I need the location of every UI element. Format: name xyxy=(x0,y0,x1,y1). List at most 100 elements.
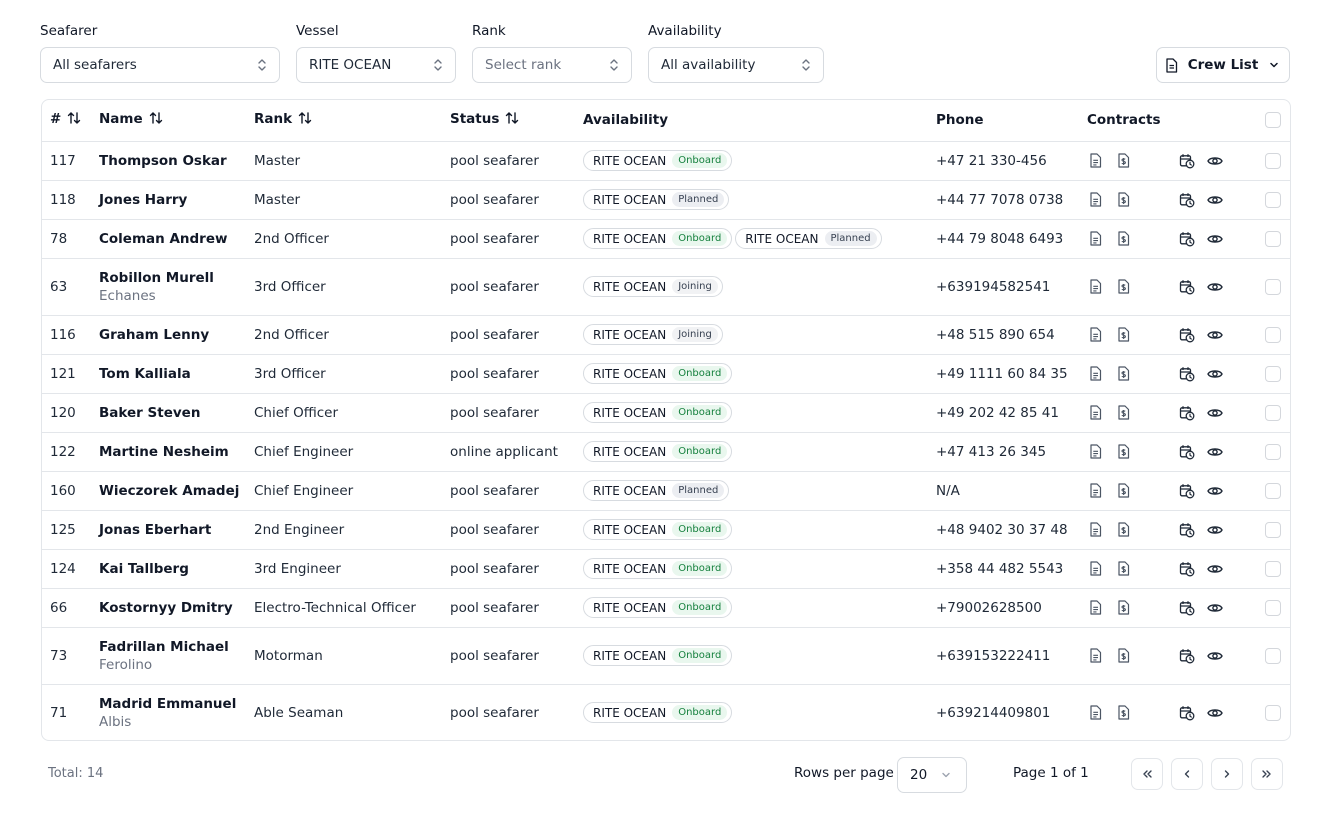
calendar-clock-icon[interactable] xyxy=(1179,483,1195,499)
sort-arrows-icon[interactable] xyxy=(67,111,81,129)
file-text-icon[interactable] xyxy=(1087,522,1103,538)
calendar-clock-icon[interactable] xyxy=(1179,600,1195,616)
calendar-clock-icon[interactable] xyxy=(1179,648,1195,664)
header-num[interactable]: # xyxy=(42,100,99,142)
seafarer-name[interactable]: Coleman Andrew xyxy=(99,231,254,247)
availability-chip[interactable]: RITE OCEAN Planned xyxy=(735,228,882,249)
seafarer-name[interactable]: Robillon Murell xyxy=(99,270,254,286)
file-text-icon[interactable] xyxy=(1087,366,1103,382)
seafarer-name[interactable]: Martine Nesheim xyxy=(99,444,254,460)
seafarer-name[interactable]: Jones Harry xyxy=(99,192,254,208)
row-checkbox[interactable] xyxy=(1265,365,1282,382)
file-text-icon[interactable] xyxy=(1087,231,1103,247)
row-checkbox[interactable] xyxy=(1265,482,1282,499)
select-all-checkbox[interactable] xyxy=(1265,112,1282,129)
first-page-button[interactable] xyxy=(1131,758,1163,790)
availability-chip[interactable]: RITE OCEAN Onboard xyxy=(583,441,733,462)
availability-chip[interactable]: RITE OCEAN Joining xyxy=(583,324,723,345)
table-row[interactable]: 118 Jones Harry Master pool seafarer RITE OC… xyxy=(42,180,1290,220)
eye-icon[interactable] xyxy=(1207,192,1223,208)
eye-icon[interactable] xyxy=(1207,522,1223,538)
eye-icon[interactable] xyxy=(1207,279,1223,295)
availability-chip[interactable]: RITE OCEAN Planned xyxy=(583,480,730,501)
table-row[interactable]: 121 Tom Kalliala 3rd Officer pool seafarer R… xyxy=(42,354,1290,394)
eye-icon[interactable] xyxy=(1207,561,1223,577)
table-row[interactable]: 116 Graham Lenny 2nd Officer pool seafarer R… xyxy=(42,315,1290,355)
seafarer-name[interactable]: Kai Tallberg xyxy=(99,561,254,577)
availability-chip[interactable]: RITE OCEAN Onboard xyxy=(583,363,733,384)
availability-chip[interactable]: RITE OCEAN Onboard xyxy=(583,558,733,579)
availability-chip[interactable]: RITE OCEAN Onboard xyxy=(583,150,733,171)
file-text-icon[interactable] xyxy=(1087,600,1103,616)
row-checkbox[interactable] xyxy=(1265,704,1282,721)
file-text-icon[interactable] xyxy=(1087,279,1103,295)
calendar-clock-icon[interactable] xyxy=(1179,405,1195,421)
header-status[interactable]: Status xyxy=(450,100,583,142)
eye-icon[interactable] xyxy=(1207,231,1223,247)
seafarer-name[interactable]: Madrid Emmanuel xyxy=(99,696,254,712)
dollar-file-icon[interactable] xyxy=(1115,561,1131,577)
eye-icon[interactable] xyxy=(1207,444,1223,460)
calendar-clock-icon[interactable] xyxy=(1179,522,1195,538)
table-row[interactable]: 78 Coleman Andrew 2nd Officer pool seafarer… xyxy=(42,219,1290,259)
sort-arrows-icon[interactable] xyxy=(298,111,312,129)
calendar-clock-icon[interactable] xyxy=(1179,231,1195,247)
availability-chip[interactable]: RITE OCEAN Onboard xyxy=(583,228,733,249)
table-row[interactable]: 66 Kostornyy Dmitry Electro-Technical Offi… xyxy=(42,588,1290,628)
file-text-icon[interactable] xyxy=(1087,483,1103,499)
seafarer-select[interactable]: All seafarers xyxy=(40,47,280,83)
eye-icon[interactable] xyxy=(1207,153,1223,169)
file-text-icon[interactable] xyxy=(1087,648,1103,664)
table-row[interactable]: 122 Martine Nesheim Chief Engineer online a… xyxy=(42,432,1290,472)
dollar-file-icon[interactable] xyxy=(1115,366,1131,382)
row-checkbox[interactable] xyxy=(1265,647,1282,664)
file-text-icon[interactable] xyxy=(1087,444,1103,460)
dollar-file-icon[interactable] xyxy=(1115,705,1131,721)
dollar-file-icon[interactable] xyxy=(1115,483,1131,499)
dollar-file-icon[interactable] xyxy=(1115,444,1131,460)
calendar-clock-icon[interactable] xyxy=(1179,561,1195,577)
crew-list-button[interactable]: Crew List xyxy=(1156,47,1290,83)
availability-chip[interactable]: RITE OCEAN Joining xyxy=(583,276,723,297)
availability-chip[interactable]: RITE OCEAN Onboard xyxy=(583,402,733,423)
availability-chip[interactable]: RITE OCEAN Onboard xyxy=(583,597,733,618)
sort-arrows-icon[interactable] xyxy=(149,111,163,129)
seafarer-name[interactable]: Fadrillan Michael xyxy=(99,639,254,655)
header-name[interactable]: Name xyxy=(99,100,254,142)
table-row[interactable]: 124 Kai Tallberg 3rd Engineer pool seafarer… xyxy=(42,549,1290,589)
availability-chip[interactable]: RITE OCEAN Planned xyxy=(583,189,730,210)
dollar-file-icon[interactable] xyxy=(1115,327,1131,343)
seafarer-name[interactable]: Baker Steven xyxy=(99,405,254,421)
table-row[interactable]: 63 Robillon Murell Echanes 3rd Officer pool … xyxy=(42,258,1290,316)
calendar-clock-icon[interactable] xyxy=(1179,279,1195,295)
row-checkbox[interactable] xyxy=(1265,443,1282,460)
row-checkbox[interactable] xyxy=(1265,152,1282,169)
row-checkbox[interactable] xyxy=(1265,560,1282,577)
dollar-file-icon[interactable] xyxy=(1115,279,1131,295)
file-text-icon[interactable] xyxy=(1087,192,1103,208)
prev-page-button[interactable] xyxy=(1171,758,1203,790)
seafarer-name[interactable]: Wieczorek Amadej xyxy=(99,483,254,499)
eye-icon[interactable] xyxy=(1207,405,1223,421)
eye-icon[interactable] xyxy=(1207,600,1223,616)
availability-chip[interactable]: RITE OCEAN Onboard xyxy=(583,645,733,666)
dollar-file-icon[interactable] xyxy=(1115,522,1131,538)
header-select-all[interactable] xyxy=(1265,100,1290,142)
row-checkbox[interactable] xyxy=(1265,404,1282,421)
seafarer-name[interactable]: Graham Lenny xyxy=(99,327,254,343)
calendar-clock-icon[interactable] xyxy=(1179,705,1195,721)
table-row[interactable]: 117 Thompson Oskar Master pool seafarer RITE… xyxy=(42,141,1290,181)
seafarer-name[interactable]: Tom Kalliala xyxy=(99,366,254,382)
row-checkbox[interactable] xyxy=(1265,521,1282,538)
dollar-file-icon[interactable] xyxy=(1115,405,1131,421)
dollar-file-icon[interactable] xyxy=(1115,600,1131,616)
row-checkbox[interactable] xyxy=(1265,326,1282,343)
calendar-clock-icon[interactable] xyxy=(1179,192,1195,208)
file-text-icon[interactable] xyxy=(1087,327,1103,343)
next-page-button[interactable] xyxy=(1211,758,1243,790)
eye-icon[interactable] xyxy=(1207,366,1223,382)
rank-select[interactable]: Select rank xyxy=(472,47,632,83)
file-text-icon[interactable] xyxy=(1087,705,1103,721)
dollar-file-icon[interactable] xyxy=(1115,231,1131,247)
calendar-clock-icon[interactable] xyxy=(1179,366,1195,382)
